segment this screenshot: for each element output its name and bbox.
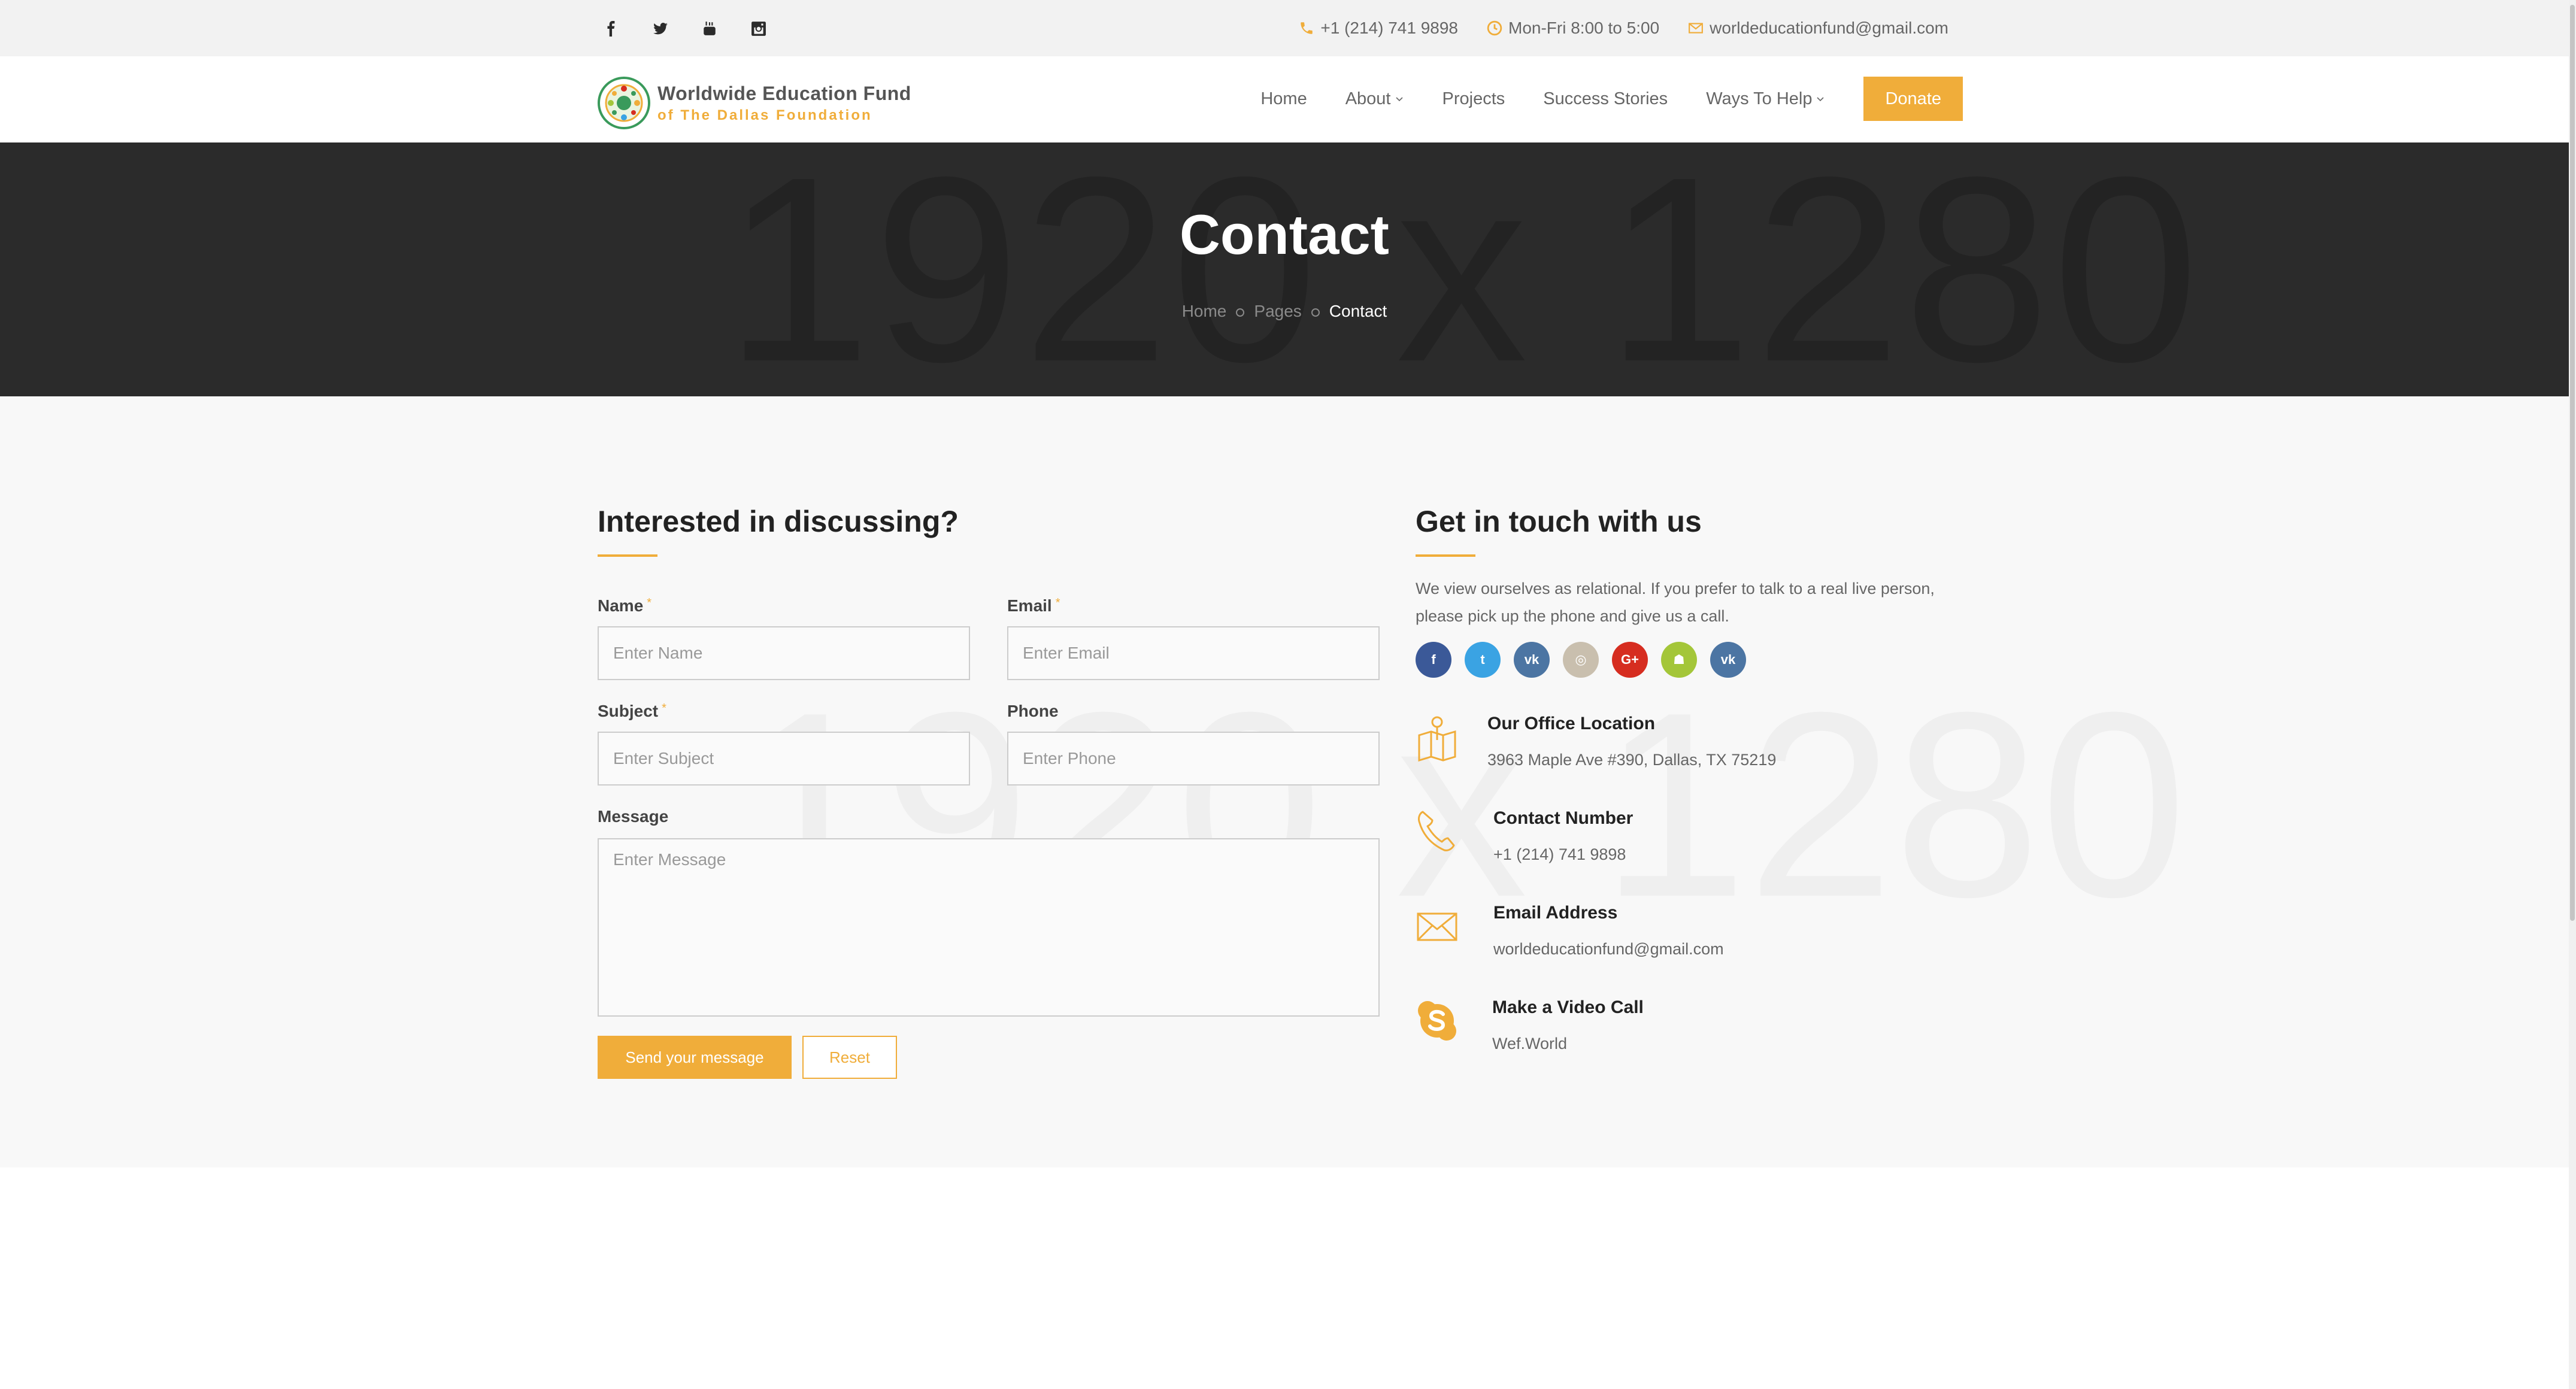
twitter-icon[interactable]: t [1465,642,1501,678]
breadcrumb-separator-icon [1311,308,1320,317]
name-label-text: Name [598,596,644,615]
info-office-location: Our Office Location 3963 Maple Ave #390,… [1416,714,1954,780]
twitter-link[interactable] [653,14,702,43]
info-contact-number: Contact Number +1 (214) 741 9898 [1416,808,1954,874]
topbar-socials [604,14,800,43]
required-mark: * [1055,596,1060,609]
info-title: Contact Number [1493,808,1634,828]
contact-section: 1920 x 1280 Interested in discussing? Na… [0,396,2569,1167]
instagram-icon [751,22,766,36]
youtube-icon [704,22,716,35]
phone-input[interactable] [1007,732,1380,786]
topbar-hours-text: Mon-Fri 8:00 to 5:00 [1508,19,1660,37]
name-input[interactable] [598,626,970,680]
send-message-button[interactable]: Send your message [598,1036,792,1079]
message-label: Message [598,807,669,826]
reset-button[interactable]: Reset [802,1036,897,1079]
info-value[interactable]: worldeducationfund@gmail.com [1493,940,1724,959]
info-video-call: Make a Video Call Wef.World [1416,997,1954,1063]
top-bar: +1 (214) 741 9898 Mon-Fri 8:00 to 5:00 w… [0,0,2569,56]
facebook-link[interactable] [604,14,653,43]
nav-ways-label: Ways To Help [1706,89,1813,108]
touch-description: We view ourselves as relational. If you … [1416,575,1935,630]
required-mark: * [662,702,666,715]
vk-icon[interactable]: vk [1514,642,1550,678]
donate-button[interactable]: Donate [1863,77,1963,121]
globe-logo-icon [598,77,650,129]
page-scrollbar[interactable] [2569,0,2576,1389]
facebook-icon[interactable]: f [1416,642,1451,678]
page-hero: 1920 x 1280 Contact Home Pages Contact [0,142,2569,396]
phone-icon [1418,811,1455,851]
skype-icon [1418,1001,1456,1041]
hero-watermark: 1920 x 1280 [725,142,2202,396]
breadcrumb: Home Pages Contact [0,302,2569,321]
logo-title: Worldwide Education Fund [657,82,911,104]
envelope-icon [1417,912,1457,941]
logo-text: Worldwide Education Fund of The Dallas F… [657,83,911,124]
nav-success-stories[interactable]: Success Stories [1543,89,1668,109]
page-title: Contact [1180,203,1389,266]
email-label-text: Email [1007,596,1052,615]
touch-description-line-2: please pick up the phone and give us a c… [1416,607,1729,625]
breadcrumb-pages[interactable]: Pages [1254,302,1301,320]
android-icon[interactable]: ☗ [1661,642,1697,678]
subject-label: Subject * [598,702,666,721]
info-value: 3963 Maple Ave #390, Dallas, TX 75219 [1487,751,1777,769]
topbar-phone-text: +1 (214) 741 9898 [1320,19,1459,37]
youtube-link[interactable] [702,14,751,43]
breadcrumb-current: Contact [1329,302,1387,320]
clock-icon [1487,20,1502,36]
touch-description-line-1: We view ourselves as relational. If you … [1416,580,1935,598]
nav-about[interactable]: About [1345,89,1404,109]
subject-label-text: Subject [598,702,659,720]
topbar-hours: Mon-Fri 8:00 to 5:00 [1487,19,1659,38]
breadcrumb-separator-icon [1236,308,1245,317]
message-textarea[interactable] [598,838,1380,1017]
twitter-icon [653,23,668,35]
topbar-contacts: +1 (214) 741 9898 Mon-Fri 8:00 to 5:00 w… [1299,11,1948,46]
instagram-icon[interactable]: ◎ [1563,642,1599,678]
email-label: Email * [1007,596,1060,615]
touch-heading-underline [1416,554,1475,557]
scrollbar-thumb[interactable] [2570,5,2575,921]
main-navbar: Worldwide Education Fund of The Dallas F… [0,56,2569,143]
nav-menu: Home About Projects Success Stories Ways… [1260,77,1963,121]
info-value[interactable]: +1 (214) 741 9898 [1493,845,1626,864]
nav-projects[interactable]: Projects [1442,89,1505,109]
email-input[interactable] [1007,626,1380,680]
touch-heading: Get in touch with us [1416,505,1702,538]
logo-subtitle: of The Dallas Foundation [657,107,872,123]
map-location-icon [1418,716,1456,762]
nav-home[interactable]: Home [1260,89,1307,109]
phone-label: Phone [1007,702,1059,720]
info-title: Our Office Location [1487,714,1656,733]
breadcrumb-home[interactable]: Home [1182,302,1227,320]
info-value[interactable]: Wef.World [1492,1035,1567,1053]
social-circles: f t vk ◎ G+ ☗ vk [1416,642,1746,678]
facebook-icon [607,21,615,37]
chevron-down-icon [1817,97,1825,102]
info-title: Make a Video Call [1492,997,1644,1017]
topbar-email-text: worldeducationfund@gmail.com [1710,19,1948,37]
envelope-icon [1689,23,1704,34]
vk-icon[interactable]: vk [1710,642,1746,678]
form-heading: Interested in discussing? [598,505,959,538]
topbar-email[interactable]: worldeducationfund@gmail.com [1688,19,1948,38]
info-email-address: Email Address worldeducationfund@gmail.c… [1416,903,1954,969]
subject-input[interactable] [598,732,970,786]
nav-about-label: About [1345,89,1391,108]
name-label: Name * [598,596,651,615]
required-mark: * [647,596,652,609]
phone-icon [1301,22,1313,34]
instagram-link[interactable] [751,14,800,43]
nav-ways-to-help[interactable]: Ways To Help [1706,89,1825,109]
topbar-phone[interactable]: +1 (214) 741 9898 [1299,19,1458,38]
google-plus-icon[interactable]: G+ [1612,642,1648,678]
info-title: Email Address [1493,903,1618,923]
chevron-down-icon [1395,97,1403,102]
form-heading-underline [598,554,657,557]
site-logo[interactable]: Worldwide Education Fund of The Dallas F… [598,77,911,129]
